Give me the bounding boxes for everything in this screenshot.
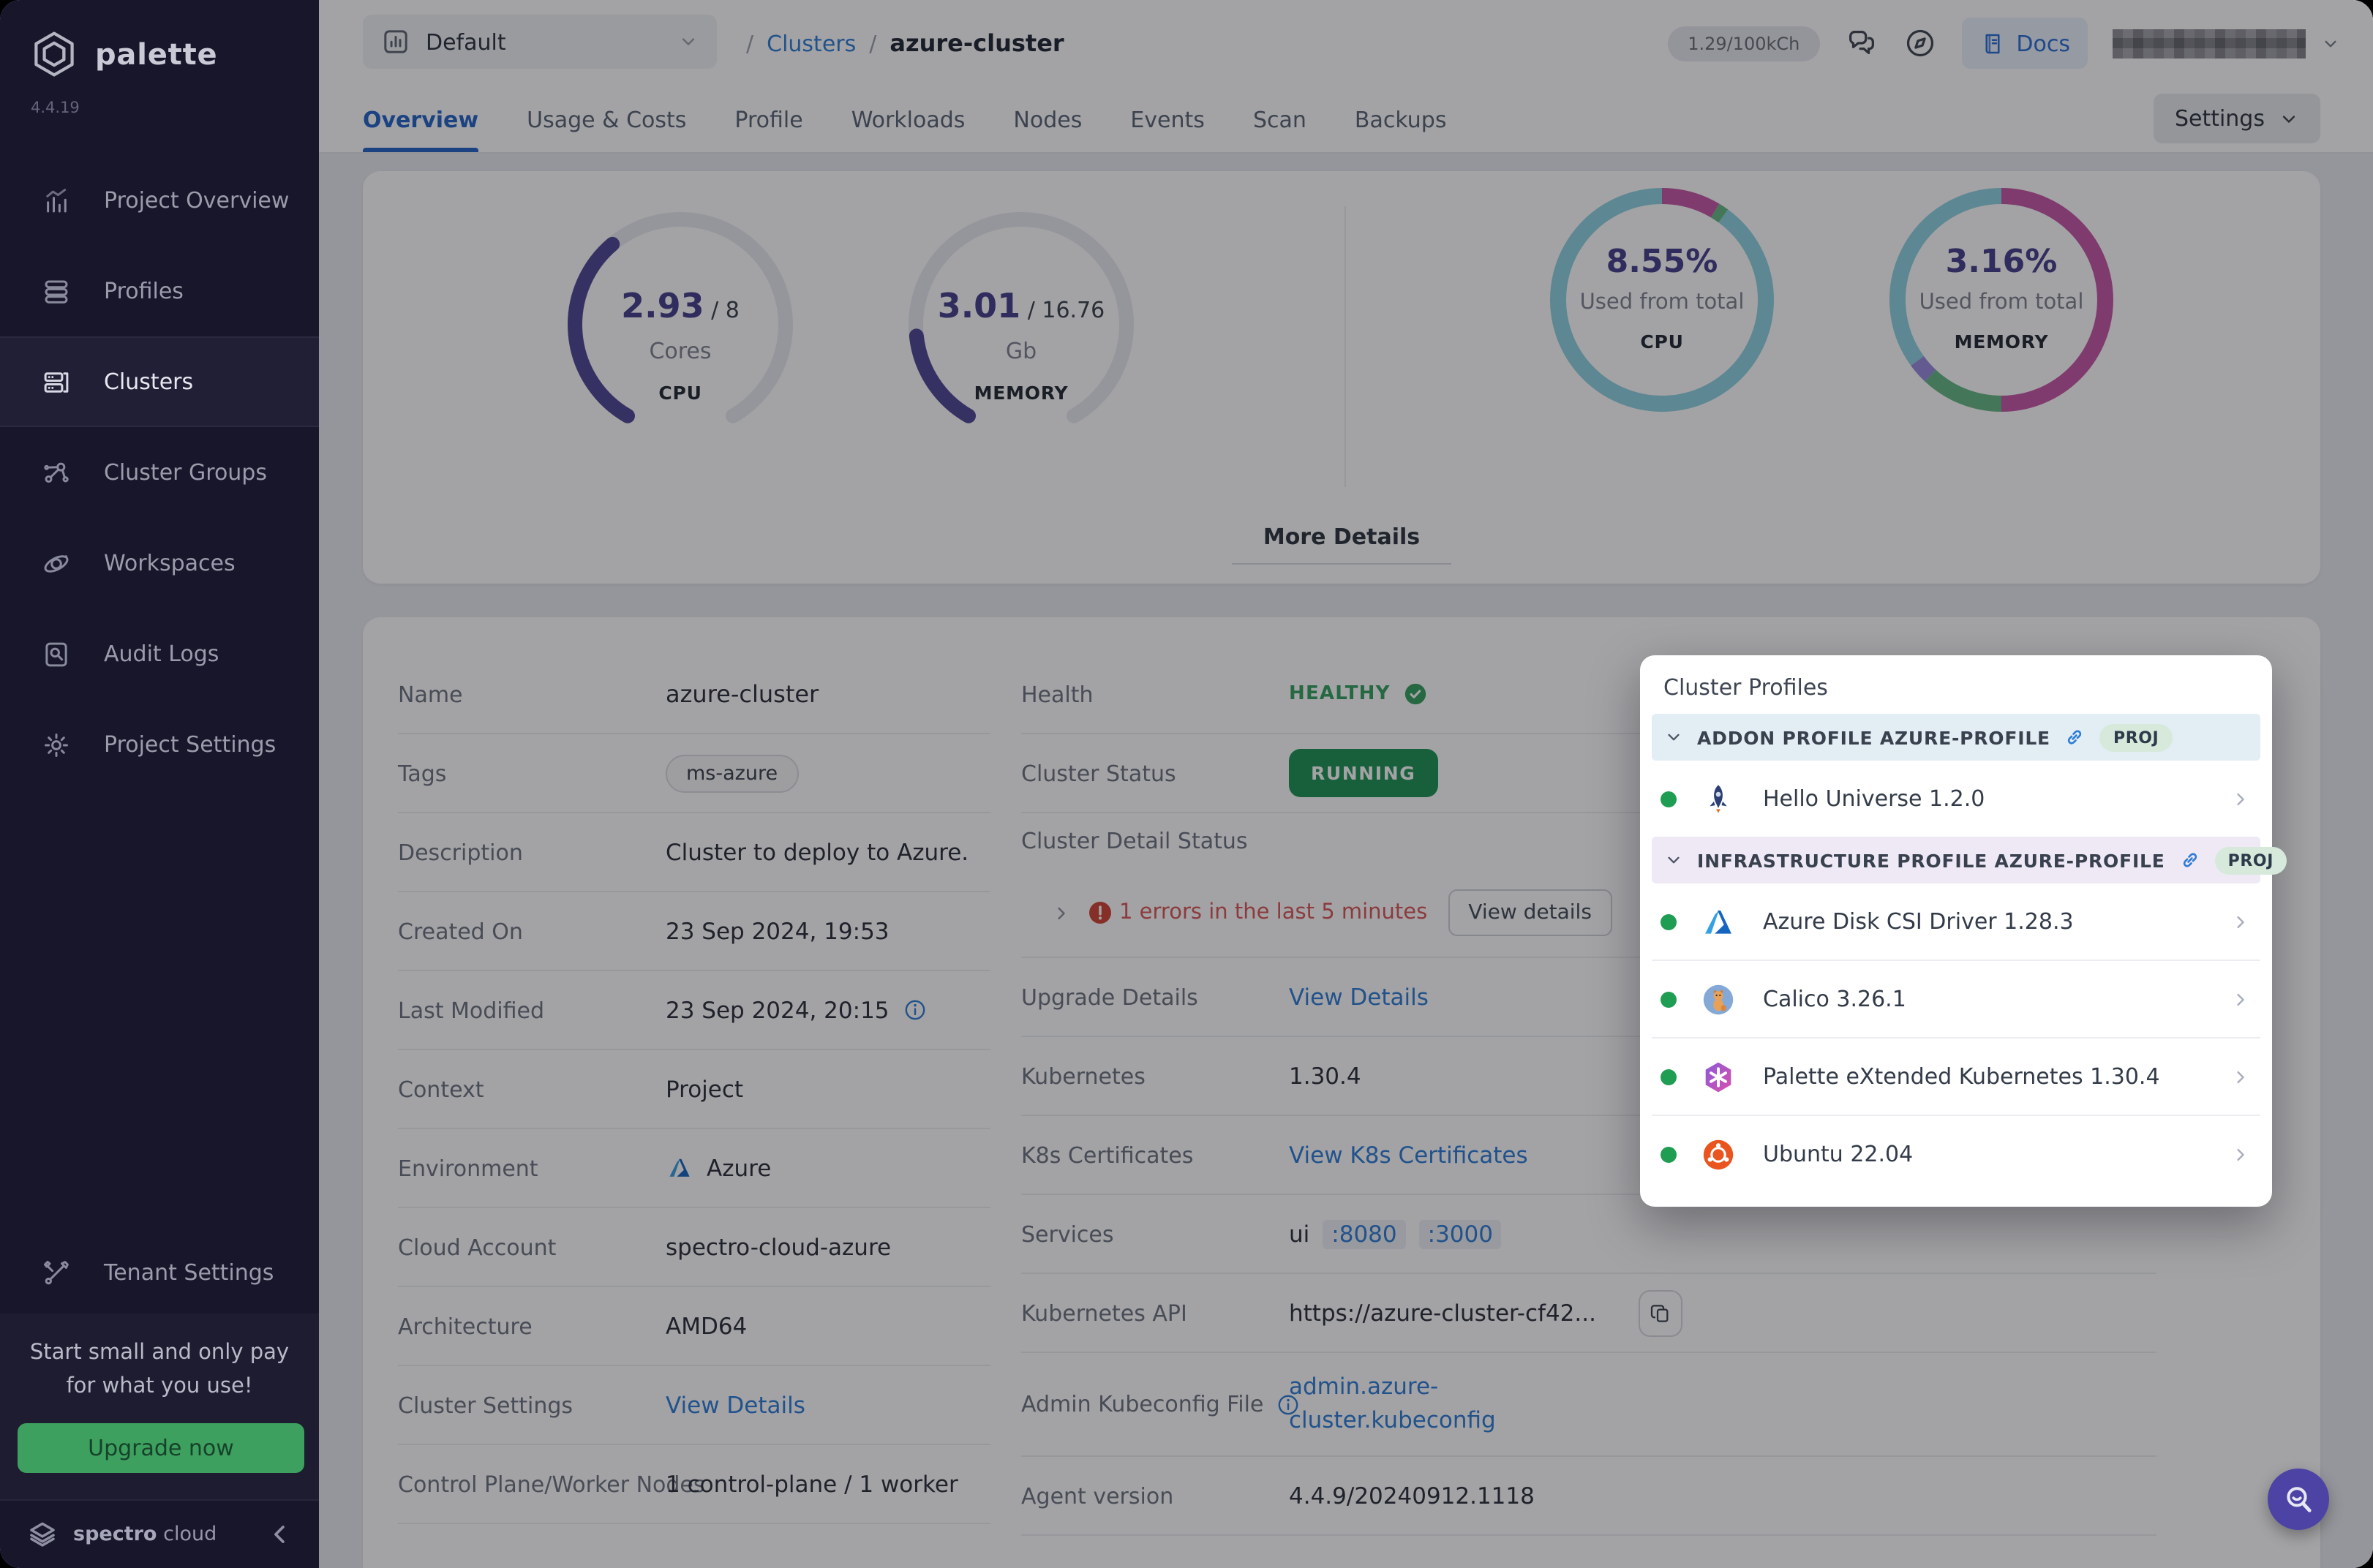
chart-icon [41,185,72,216]
profile-item-palette-extended-kubernetes-1-30-4[interactable]: Palette eXtended Kubernetes 1.30.4 [1652,1037,2260,1115]
sidebar-item-label: Workspaces [104,550,236,576]
scope-badge: PROJ [2100,723,2172,751]
sidebar: palette 4.4.19 Project Overview Profiles C… [0,0,319,1568]
profile-item-name: Hello Universe 1.2.0 [1763,785,1985,812]
orbit-icon [41,548,72,578]
brand-name: palette [95,37,217,72]
spectro-cloud-logo-icon [26,1518,59,1550]
profile-item-name: Palette eXtended Kubernetes 1.30.4 [1763,1063,2160,1090]
status-dot [1661,991,1677,1007]
sidebar-item-audit-logs[interactable]: Audit Logs [0,608,319,699]
sidebar-item-tenant-settings[interactable]: Tenant Settings [0,1232,319,1313]
status-dot [1661,1146,1677,1162]
upgrade-promo: Start small and only pay for what you us… [0,1313,319,1499]
promo-line1: Start small and only pay [18,1337,301,1370]
ubuntu-icon [1700,1136,1737,1172]
link-icon [2064,725,2087,749]
sidebar-item-label: Project Overview [104,187,289,214]
status-dot [1661,1068,1677,1085]
brand-bold: spectro [73,1523,157,1546]
spectro-cloud-wordmark: spectro cloud [73,1523,217,1546]
profile-item-azure-disk-csi-driver-1-28-3[interactable]: Azure Disk CSI Driver 1.28.3 [1652,883,2260,960]
sidebar-item-workspaces[interactable]: Workspaces [0,518,319,608]
sidebar-item-label: Cluster Groups [104,459,267,486]
sidebar-item-profiles[interactable]: Profiles [0,246,319,336]
doc-search-icon [41,638,72,669]
scope-badge: PROJ [2215,846,2287,874]
servers-icon [41,366,72,397]
azure-icon [1700,903,1737,940]
chev-right-icon [2230,911,2252,932]
promo-text: Start small and only pay for what you us… [18,1337,301,1403]
sidebar-item-cluster-groups[interactable]: Cluster Groups [0,427,319,518]
nodes-icon [41,457,72,488]
sidebar-item-clusters[interactable]: Clusters [0,336,319,427]
profiles-list: ADDON PROFILE AZURE-PROFILE PROJ Hello Uni… [1640,714,2272,1192]
search-chat-icon [2281,1482,2316,1517]
profile-section-name: INFRASTRUCTURE PROFILE AZURE-PROFILE [1697,849,2165,871]
popup-title: Cluster Profiles [1640,655,2272,714]
profile-items: Azure Disk CSI Driver 1.28.3 Calico 3.26.… [1652,883,2260,1192]
profile-section-name: ADDON PROFILE AZURE-PROFILE [1697,726,2050,748]
status-dot [1661,913,1677,930]
profile-items: Hello Universe 1.2.0 [1652,761,2260,837]
profile-item-name: Ubuntu 22.04 [1763,1141,1913,1167]
profile-item-ubuntu-22-04[interactable]: Ubuntu 22.04 [1652,1115,2260,1192]
collapse-sidebar-icon[interactable] [263,1518,296,1550]
chev-down-icon [1663,727,1684,747]
profile-item-calico-3-26-1[interactable]: Calico 3.26.1 [1652,960,2260,1037]
sidebar-item-label: Project Settings [104,731,276,758]
gear-icon [41,729,72,760]
status-dot [1661,791,1677,807]
palette-logo-icon [29,29,79,79]
chev-right-icon [2230,1066,2252,1088]
tools-icon [41,1257,72,1288]
sidebar-item-label: Clusters [104,369,193,395]
sidebar-item-label: Profiles [104,278,184,304]
sidebar-bottom: Tenant Settings Start small and only pay… [0,1232,319,1568]
app-version: 4.4.19 [0,79,319,117]
link-icon [2178,848,2202,872]
layers-icon [41,276,72,306]
help-search-fab[interactable] [2268,1469,2329,1530]
sidebar-item-label: Audit Logs [104,641,219,667]
profile-item-hello-universe-1-2-0[interactable]: Hello Universe 1.2.0 [1652,761,2260,837]
sidebar-nav: Project Overview Profiles Clusters Cluster … [0,155,319,790]
profile-section-infrastructure-profile-azure-profile[interactable]: INFRASTRUCTURE PROFILE AZURE-PROFILEPROJ [1652,837,2260,883]
hello-universe-icon [1700,780,1737,817]
calico-icon [1700,981,1737,1017]
brand-light: cloud [163,1523,217,1546]
brand-logo: palette [0,0,319,79]
sidebar-footer: spectro cloud [0,1499,319,1568]
promo-line2: for what you use! [18,1370,301,1403]
sidebar-item-label: Tenant Settings [104,1259,274,1286]
palette-app: palette 4.4.19 Project Overview Profiles C… [0,0,2373,1568]
chev-right-icon [2230,988,2252,1010]
sidebar-item-project-overview[interactable]: Project Overview [0,155,319,246]
app-window: palette 4.4.19 Project Overview Profiles C… [0,0,2373,1568]
profile-section-addon-profile-azure-profile[interactable]: ADDON PROFILE AZURE-PROFILE PROJ [1652,714,2260,761]
profile-item-name: Azure Disk CSI Driver 1.28.3 [1763,908,2074,935]
chev-right-icon [2230,1143,2252,1165]
sidebar-item-project-settings[interactable]: Project Settings [0,699,319,790]
profile-item-name: Calico 3.26.1 [1763,986,1906,1012]
cluster-profiles-popup: Cluster Profiles ADDON PROFILE AZURE-PRO… [1640,655,2272,1207]
chev-down-icon [1663,850,1684,870]
upgrade-now-button[interactable]: Upgrade now [18,1423,304,1473]
chev-right-icon [2230,788,2252,810]
pxk-icon [1700,1058,1737,1095]
